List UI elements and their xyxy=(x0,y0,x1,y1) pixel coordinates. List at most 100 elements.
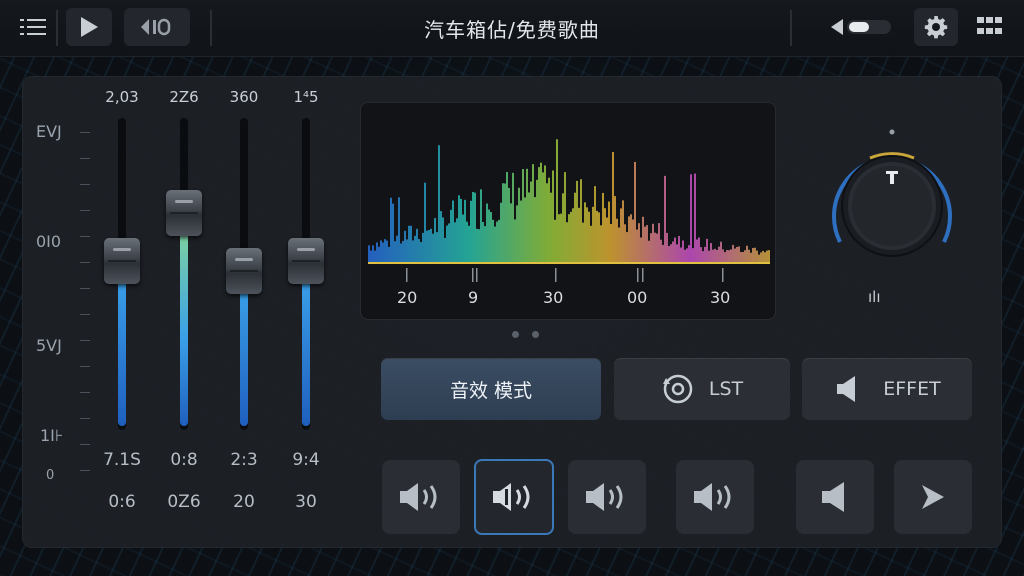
spectrum-bar xyxy=(764,252,766,262)
speaker-button-selected[interactable] xyxy=(474,459,554,535)
eq-slider-handle[interactable] xyxy=(166,190,202,236)
spectrum-bar xyxy=(510,203,512,262)
page-indicator-dot[interactable] xyxy=(512,331,519,338)
spectrum-bar xyxy=(652,223,654,262)
spectrum-bar xyxy=(380,240,382,262)
spectrum-bar xyxy=(408,225,410,262)
eq-slider-track[interactable] xyxy=(226,118,262,430)
speaker-wave-icon xyxy=(586,483,623,511)
eq-slider-handle[interactable] xyxy=(288,238,324,284)
spectrum-bar xyxy=(520,200,522,262)
spectrum-bar xyxy=(460,198,462,262)
band-value: 0:6 xyxy=(108,492,136,512)
lst-label: LST xyxy=(708,378,744,400)
frequency-tick xyxy=(406,268,408,282)
eq-slider-fill xyxy=(302,278,310,426)
band-top-label: 1⁴5 xyxy=(293,88,319,106)
spectrum-bar xyxy=(700,247,702,262)
volume-knob[interactable] xyxy=(818,124,966,304)
previous-button[interactable] xyxy=(796,460,874,534)
spectrum-bar xyxy=(654,232,656,262)
spectrum-bar xyxy=(676,244,678,262)
scale-tick xyxy=(80,132,90,133)
spectrum-bar xyxy=(698,237,700,262)
eq-slider-handle[interactable] xyxy=(226,248,262,294)
spectrum-bar xyxy=(426,230,428,262)
spectrum-bar xyxy=(432,233,434,262)
spectrum-bar xyxy=(528,192,530,262)
frequency-tick xyxy=(642,268,644,282)
spectrum-bar xyxy=(498,219,500,262)
spectrum-bar xyxy=(420,242,422,262)
spectrum-bar xyxy=(578,207,580,262)
scale-tick xyxy=(80,470,90,471)
settings-button[interactable] xyxy=(914,8,958,46)
spectrum-bar xyxy=(588,211,590,262)
spectrum-bar xyxy=(572,208,574,262)
speaker-button[interactable] xyxy=(568,460,646,534)
knob-marker xyxy=(889,129,895,135)
spectrum-bar xyxy=(434,218,436,262)
band-value: 7.1S xyxy=(103,450,141,470)
spectrum-bar xyxy=(712,249,714,262)
next-button[interactable] xyxy=(894,460,972,534)
effet-button[interactable]: EFFET xyxy=(802,358,972,420)
grid-menu-button[interactable] xyxy=(968,8,1012,46)
speaker-icon xyxy=(822,482,844,512)
spectrum-bar xyxy=(422,232,424,262)
spectrum-bar xyxy=(738,246,740,262)
lst-button[interactable]: LST xyxy=(614,358,790,420)
speaker-button[interactable] xyxy=(676,460,754,534)
eq-slider-track[interactable] xyxy=(288,118,324,430)
spectrum-bar xyxy=(560,213,562,262)
spectrum-bar xyxy=(742,252,744,262)
eq-slider-track[interactable] xyxy=(166,118,202,430)
spectrum-bar xyxy=(606,217,608,262)
scale-tick xyxy=(80,444,90,445)
spectrum-bar xyxy=(396,235,398,262)
volume-control[interactable] xyxy=(826,8,896,46)
spectrum-bar xyxy=(406,239,408,262)
spectrum-bar xyxy=(704,246,706,262)
spectrum-bar xyxy=(604,208,606,262)
spectrum-bar xyxy=(728,250,730,262)
spectrum-bar xyxy=(376,242,378,262)
eq-slider-track[interactable] xyxy=(104,118,140,430)
spectrum-bar xyxy=(404,230,406,262)
spectrum-bar xyxy=(702,251,704,262)
spectrum-bar xyxy=(418,239,420,262)
spectrum-bar xyxy=(670,244,672,262)
sound-mode-button[interactable]: 音效 模式 xyxy=(381,358,601,420)
gear-icon xyxy=(924,16,948,39)
speaker-wave-icon xyxy=(493,483,530,511)
spectrum-bar xyxy=(636,229,638,262)
spectrum-bar xyxy=(626,232,628,262)
spectrum-bar xyxy=(558,214,560,262)
play-icon xyxy=(922,485,944,509)
sound-mode-label: 音效 模式 xyxy=(449,379,533,402)
spectrum-bar xyxy=(488,209,490,262)
spectrum-bar xyxy=(580,179,582,262)
spectrum-bar xyxy=(748,249,750,262)
scale-tick xyxy=(80,184,90,185)
speaker-wave-icon xyxy=(400,483,437,511)
spectrum-bar xyxy=(570,211,572,262)
spectrum-bar xyxy=(582,222,584,262)
frequency-label: 20 xyxy=(397,288,418,307)
spectrum-bar xyxy=(414,235,416,262)
spectrum-bar xyxy=(440,211,442,262)
spectrum-bar xyxy=(668,246,670,262)
frequency-tick xyxy=(637,268,639,282)
spectrum-bar xyxy=(740,251,742,262)
speaker-button[interactable] xyxy=(382,460,460,534)
eq-slider-handle[interactable] xyxy=(104,238,140,284)
spectrum-bar xyxy=(402,240,404,262)
spectrum-bar xyxy=(620,208,622,262)
spectrum-bar xyxy=(592,206,594,262)
page-indicator-dot[interactable] xyxy=(532,331,539,338)
spectrum-bar xyxy=(412,240,414,262)
spectrum-bar xyxy=(462,214,464,262)
spectrum-bar xyxy=(758,254,760,262)
band-value: 0:8 xyxy=(170,450,198,470)
spectrum-bar xyxy=(714,248,716,262)
